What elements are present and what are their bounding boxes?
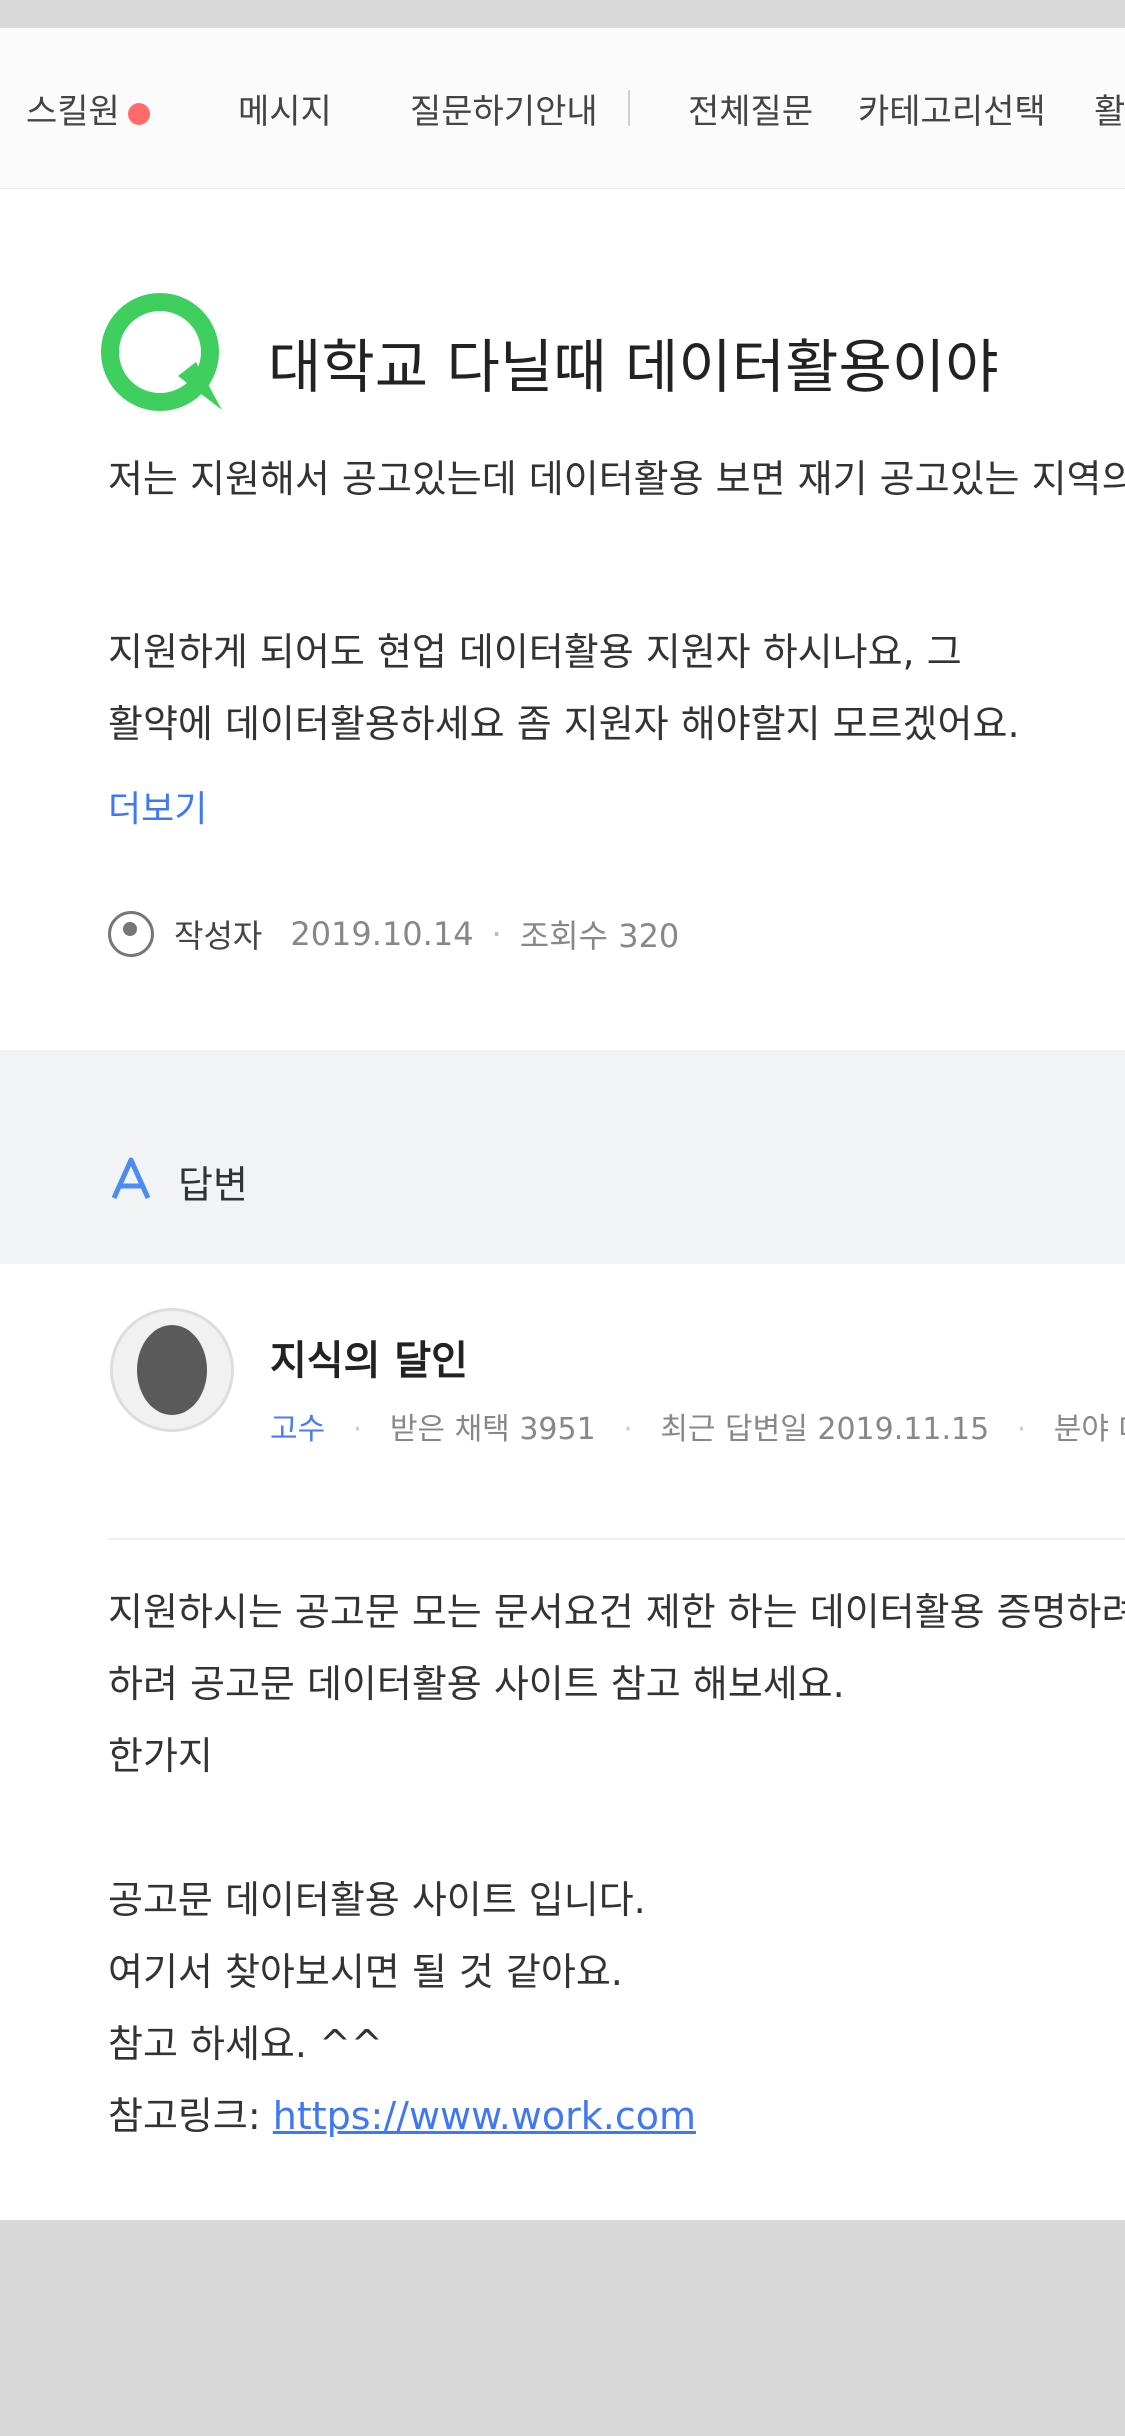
tab-label: 카테고리선택 [858, 92, 1046, 132]
answer-a-icon [111, 1157, 151, 1200]
meta-dot: · [491, 915, 502, 953]
meta-separator: · [1016, 1412, 1027, 1447]
answerer-stat: 최근 답변일 2019.11.15 [660, 1412, 990, 1447]
tab-2[interactable]: 메시지 [238, 84, 332, 133]
answer-line: 하려 공고문 데이터활용 사이트 참고 해보세요. [108, 1662, 845, 1706]
answerer-avatar[interactable] [110, 1308, 234, 1432]
category-tab-bar: 스킬원 메시지 질문하기안내 전체질문 카테고리선택 활 [0, 28, 1125, 189]
answer-line: 지원하시는 공고문 모는 문서요건 제한 하는 데이터활용 증명하려면 올 [108, 1590, 1125, 1634]
tab-label: 질문하기안내 [410, 92, 598, 132]
answer-section-header: 답변 [0, 1050, 1125, 1264]
avatar-figure [137, 1325, 207, 1415]
answer-line: 참고 하세요. ^^ [108, 2022, 383, 2066]
question-body: 지원하게 되어도 현업 데이터활용 지원자 하시나요, 그 활약에 데이터활용하… [108, 616, 1020, 760]
content-sheet: 스킬원 메시지 질문하기안내 전체질문 카테고리선택 활 대학교 다닐때 데이터… [0, 28, 1125, 2220]
meta-separator: · [623, 1412, 633, 1447]
answer-line: 여기서 찾아보시면 될 것 같아요. [108, 1950, 623, 1994]
tab-3[interactable]: 질문하기안내 [410, 84, 598, 133]
answerer-stat: 분야 데이터 [1053, 1412, 1125, 1447]
tab-4[interactable]: 전체질문 [688, 84, 813, 133]
answer-divider [108, 1538, 1125, 1540]
answer-section-label: 답변 [178, 1163, 248, 1207]
tab-5[interactable]: 카테고리선택 [858, 84, 1046, 133]
answer-line: 공고문 데이터활용 사이트 입니다. [108, 1878, 646, 1922]
question-date: 2019.10.14 [290, 915, 474, 953]
question-meta: 작성자 2019.10.14 · 조회수 320 [108, 906, 679, 962]
tab-label: 활 [1094, 92, 1125, 132]
answer-link-line: 참고링크: https://www.work.com [108, 2080, 1125, 2152]
new-badge-icon [127, 102, 150, 125]
answer-body: 지원하시는 공고문 모는 문서요건 제한 하는 데이터활용 증명하려면 올 하려… [108, 1576, 1125, 2152]
tab-1[interactable]: 스킬원 [26, 84, 150, 133]
question-subtitle: 저는 지원해서 공고있는데 데이터활용 보면 재기 공고있는 지역의 [108, 457, 1125, 501]
tab-label: 스킬원 [26, 92, 120, 132]
answerer-meta: 고수 · 받은 채택 3951 · 최근 답변일 2019.11.15 · 분야… [270, 1404, 1125, 1448]
tab-separator [628, 90, 630, 126]
answerer-name[interactable]: 지식의 달인 [270, 1328, 468, 1386]
answerer-level: 고수 [270, 1412, 326, 1447]
question-body-line: 활약에 데이터활용하세요 좀 지원자 해야할지 모르겠어요. [108, 702, 1020, 746]
question-author[interactable]: 작성자 [174, 911, 262, 957]
question-views: 조회수 320 [519, 917, 680, 955]
tab-label: 전체질문 [688, 92, 814, 132]
question-body-line: 지원하게 되어도 현업 데이터활용 지원자 하시나요, 그 [108, 630, 962, 674]
tab-label: 메시지 [238, 92, 332, 132]
answer-link-prefix: 참고링크: [108, 2094, 261, 2138]
answer-link[interactable]: https://www.work.com [273, 2094, 696, 2138]
question-title: 대학교 다닐때 데이터활용이야 [268, 333, 999, 401]
tab-6[interactable]: 활 [1094, 84, 1125, 133]
question-q-icon [101, 293, 222, 411]
answer-line: 한가지 [108, 1734, 213, 1778]
meta-separator: · [352, 1412, 363, 1447]
answerer-stat: 받은 채택 3951 [389, 1412, 596, 1447]
user-icon [108, 911, 154, 957]
top-status-strip [0, 0, 1125, 28]
more-link[interactable]: 더보기 [108, 780, 207, 832]
answer-blank-line [108, 1792, 1125, 1864]
